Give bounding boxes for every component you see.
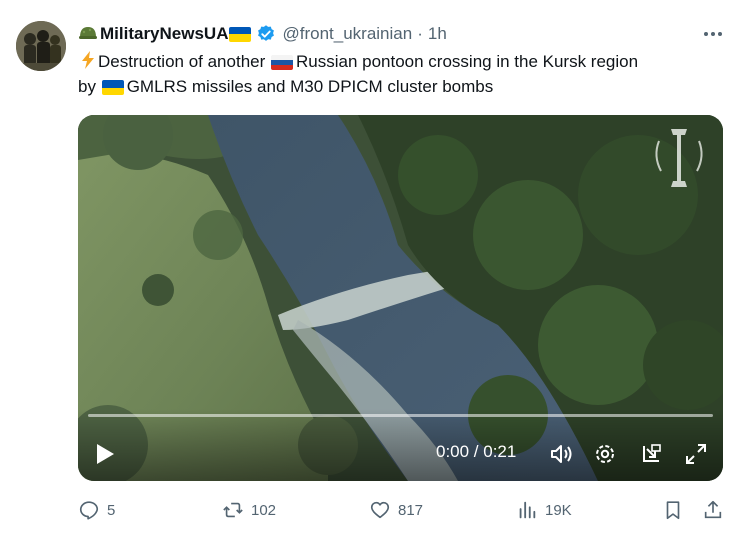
- heart-icon: [370, 501, 390, 519]
- repost-count: 102: [251, 501, 277, 519]
- user-handle[interactable]: @front_ukrainian: [282, 24, 412, 44]
- tweet-text-part4: GMLRS missiles and M30 DPICM cluster bom…: [126, 77, 494, 96]
- repost-button[interactable]: 102: [222, 494, 276, 526]
- reply-button[interactable]: 5: [78, 494, 115, 526]
- video-progress-bar[interactable]: [88, 414, 713, 417]
- timestamp[interactable]: 1h: [428, 24, 447, 44]
- separator-dot: ·: [417, 24, 423, 43]
- tweet-text-part3: by: [78, 77, 101, 96]
- tweet-actions: 5 102 817 19K: [78, 494, 728, 526]
- ukraine-flag-icon: [101, 80, 124, 96]
- russia-flag-icon: [270, 55, 293, 70]
- video-timecode: 0:00 / 0:21: [436, 442, 517, 461]
- views-button[interactable]: 19K: [516, 494, 572, 526]
- verified-badge-icon[interactable]: [256, 24, 276, 44]
- analytics-icon: [519, 501, 536, 519]
- share-icon: [704, 500, 722, 519]
- share-button[interactable]: [702, 494, 731, 526]
- ukraine-flag-icon: [229, 26, 252, 42]
- view-count: 19K: [545, 501, 572, 519]
- tweet-text-part2: Russian pontoon crossing in the Kursk re…: [295, 52, 639, 71]
- reply-count: 5: [107, 501, 116, 519]
- helmet-emoji-icon: [78, 24, 98, 44]
- bookmark-button[interactable]: [662, 494, 691, 526]
- dock-icon[interactable]: [638, 441, 664, 467]
- display-name[interactable]: MilitaryNewsUA: [100, 24, 228, 44]
- trident-watermark-icon: [655, 129, 703, 187]
- volume-icon[interactable]: [548, 441, 574, 467]
- video-controls-overlay: [78, 409, 723, 481]
- settings-icon[interactable]: [592, 441, 618, 467]
- tweet-text-part1: Destruction of another: [98, 52, 270, 71]
- reply-icon: [79, 501, 99, 520]
- tweet-header: MilitaryNewsUA @front_ukrainian · 1h: [78, 22, 447, 46]
- bookmark-icon: [666, 501, 680, 520]
- more-options-icon[interactable]: [701, 22, 725, 46]
- avatar[interactable]: [16, 21, 66, 71]
- play-icon[interactable]: [94, 442, 116, 466]
- like-button[interactable]: 817: [369, 494, 423, 526]
- fullscreen-icon[interactable]: [683, 441, 709, 467]
- like-count: 817: [398, 501, 424, 519]
- repost-icon: [223, 502, 243, 518]
- video-player[interactable]: 0:00 / 0:21: [78, 115, 723, 481]
- lightning-emoji-icon: [78, 50, 98, 70]
- tweet-text: Destruction of another Russian pontoon c…: [78, 49, 728, 99]
